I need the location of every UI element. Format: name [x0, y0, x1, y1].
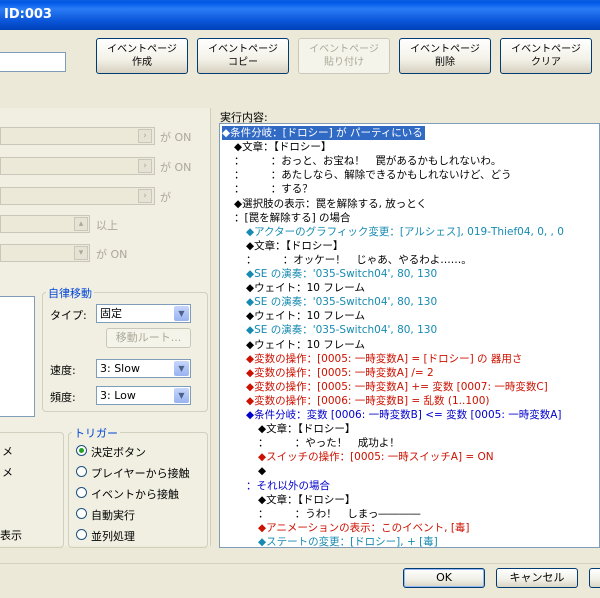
self-switch-dropdown[interactable]: ▾	[74, 246, 88, 260]
command-line[interactable]: ◆文章：【ドロシー】	[258, 422, 355, 436]
command-line[interactable]: ◆変数の操作：[0005: 一時変数A] /= 2	[246, 366, 434, 380]
switch-condition-1-field[interactable]	[0, 127, 155, 145]
variable-above-label: 以上	[96, 219, 118, 232]
clear-event-page-button[interactable]: イベントページ クリア	[500, 38, 592, 74]
variable-ga-label: が	[160, 191, 171, 204]
move-speed-label: 速度:	[50, 364, 76, 377]
command-line[interactable]: ： ：する？	[234, 182, 313, 196]
radio-icon	[76, 529, 87, 540]
command-line[interactable]: ◆アクターのグラフィック変更：[アルシェス], 019-Thief04, 0, …	[246, 225, 564, 239]
cancel-button[interactable]: キャンセル	[496, 568, 578, 588]
graphic-preview[interactable]	[0, 296, 35, 417]
window-title: ID:003	[4, 7, 52, 22]
command-line[interactable]: ◆SE の演奏：'035-Switch04', 80, 130	[246, 267, 437, 281]
self-switch-on-label: が ON	[96, 248, 128, 261]
command-line[interactable]: ◆ウェイト：10 フレーム	[246, 338, 365, 352]
event-commands-list[interactable]: ◆条件分岐：[ドロシー] が パーティにいる ◆文章：【ドロシー】： ：おっと、お…	[219, 123, 600, 548]
move-type-label: タイプ:	[50, 309, 87, 322]
new-event-page-button[interactable]: イベントページ 作成	[96, 38, 188, 74]
trigger-parallel-radio[interactable]: 並列処理	[76, 528, 204, 543]
switch-condition-2-field[interactable]	[0, 157, 155, 175]
trigger-title: トリガー	[72, 425, 120, 441]
move-speed-select[interactable]: 3: Slow ▼	[96, 359, 191, 378]
move-type-select[interactable]: 固定 ▼	[96, 304, 191, 323]
autonomous-movement-title: 自律移動	[46, 285, 94, 301]
switch-2-select-button[interactable]: ›	[138, 159, 152, 173]
command-line[interactable]: ◆選択肢の表示：罠を解除する, 放っとく	[234, 197, 427, 211]
command-line[interactable]: ◆文章：【ドロシー】	[246, 239, 343, 253]
variable-condition-field[interactable]	[0, 187, 155, 205]
copy-event-page-button[interactable]: イベントページ コピー	[197, 38, 289, 74]
command-line[interactable]: ： ：おっと、お宝ね！ 罠があるかもしれないわ。	[234, 154, 501, 168]
move-frequency-label: 頻度:	[50, 391, 76, 404]
chevron-down-icon: ▼	[174, 306, 189, 321]
radio-icon	[76, 487, 87, 498]
command-line[interactable]: ◆変数の操作：[0005: 一時変数A] += 変数 [0007: 一時変数C]	[246, 380, 548, 394]
trigger-player-touch-radio[interactable]: プレイヤーから接触	[76, 465, 204, 480]
command-line[interactable]: ◆条件分岐：[ドロシー] が パーティにいる	[222, 126, 425, 140]
command-line[interactable]: ◆変数の操作：[0005: 一時変数A] = [ドロシー] の 器用さ	[246, 352, 522, 366]
radio-icon	[76, 508, 87, 519]
command-line[interactable]: ◆文章：【ドロシー】	[234, 140, 331, 154]
command-line[interactable]: ◆アニメーションの表示：このイベント, [毒]	[258, 521, 470, 535]
radio-icon	[76, 445, 87, 456]
variable-select-button[interactable]: ›	[138, 189, 152, 203]
command-line[interactable]: ◆文章：【ドロシー】	[258, 493, 355, 507]
trigger-event-touch-radio[interactable]: イベントから接触	[76, 486, 204, 501]
move-frequency-select[interactable]: 3: Low ▼	[96, 386, 191, 405]
move-route-button[interactable]: 移動ルート...	[106, 328, 191, 348]
chevron-down-icon: ▼	[174, 361, 189, 376]
command-line[interactable]: ◆SE の演奏：'035-Switch04', 80, 130	[246, 295, 437, 309]
event-name-input[interactable]	[0, 52, 66, 72]
chevron-down-icon: ▼	[174, 388, 189, 403]
command-line[interactable]: ◆ウェイト：10 フレーム	[246, 309, 365, 323]
paste-event-page-button[interactable]: イベントページ 貼り付け	[298, 38, 390, 74]
trigger-action-button-radio[interactable]: 決定ボタン	[76, 444, 204, 459]
command-line[interactable]: ： ：うわ！ しまっ――――	[258, 507, 420, 521]
command-line[interactable]: ◆	[258, 464, 266, 478]
command-line[interactable]: ◆ステートの変更：[ドロシー], + [毒]	[258, 535, 438, 547]
command-line[interactable]: ：[罠を解除する] の場合	[234, 211, 351, 225]
command-line[interactable]: ◆変数の操作：[0006: 一時変数B] = 乱数 (1..100)	[246, 394, 489, 408]
command-line[interactable]: ◆ウェイト：10 フレーム	[246, 281, 365, 295]
command-line[interactable]: ： ：オッケー！ じゃあ、やるわよ……。	[246, 253, 472, 267]
option-top-display-label: 表示	[0, 529, 22, 542]
apply-button[interactable]	[589, 568, 600, 588]
switch-1-on-label: が ON	[160, 131, 192, 144]
variable-value-spin[interactable]: ▴	[74, 217, 88, 231]
switch-2-on-label: が ON	[160, 161, 192, 174]
command-line[interactable]: ：それ以外の場合	[246, 479, 330, 493]
command-line[interactable]: ◆条件分岐：変数 [0006: 一時変数B] <= 変数 [0005: 一時変数…	[246, 408, 562, 422]
trigger-autorun-radio[interactable]: 自動実行	[76, 507, 204, 522]
switch-1-select-button[interactable]: ›	[138, 129, 152, 143]
command-line[interactable]: ： ：やった！ 成功よ！	[258, 436, 400, 450]
radio-icon	[76, 466, 87, 477]
command-line[interactable]: ◆スイッチの操作：[0005: 一時スイッチA] = ON	[258, 450, 494, 464]
delete-event-page-button[interactable]: イベントページ 削除	[399, 38, 491, 74]
option-step-anim-label: メ	[2, 466, 13, 479]
command-line[interactable]: ： ：あたしなら、解除できるかもしれないけど、どう	[234, 168, 512, 182]
command-line[interactable]: ◆SE の演奏：'035-Switch04', 80, 130	[246, 323, 437, 337]
option-walk-anim-label: メ	[2, 445, 13, 458]
title-bar[interactable]: ID:003	[0, 0, 600, 30]
ok-button[interactable]: OK	[403, 568, 485, 588]
